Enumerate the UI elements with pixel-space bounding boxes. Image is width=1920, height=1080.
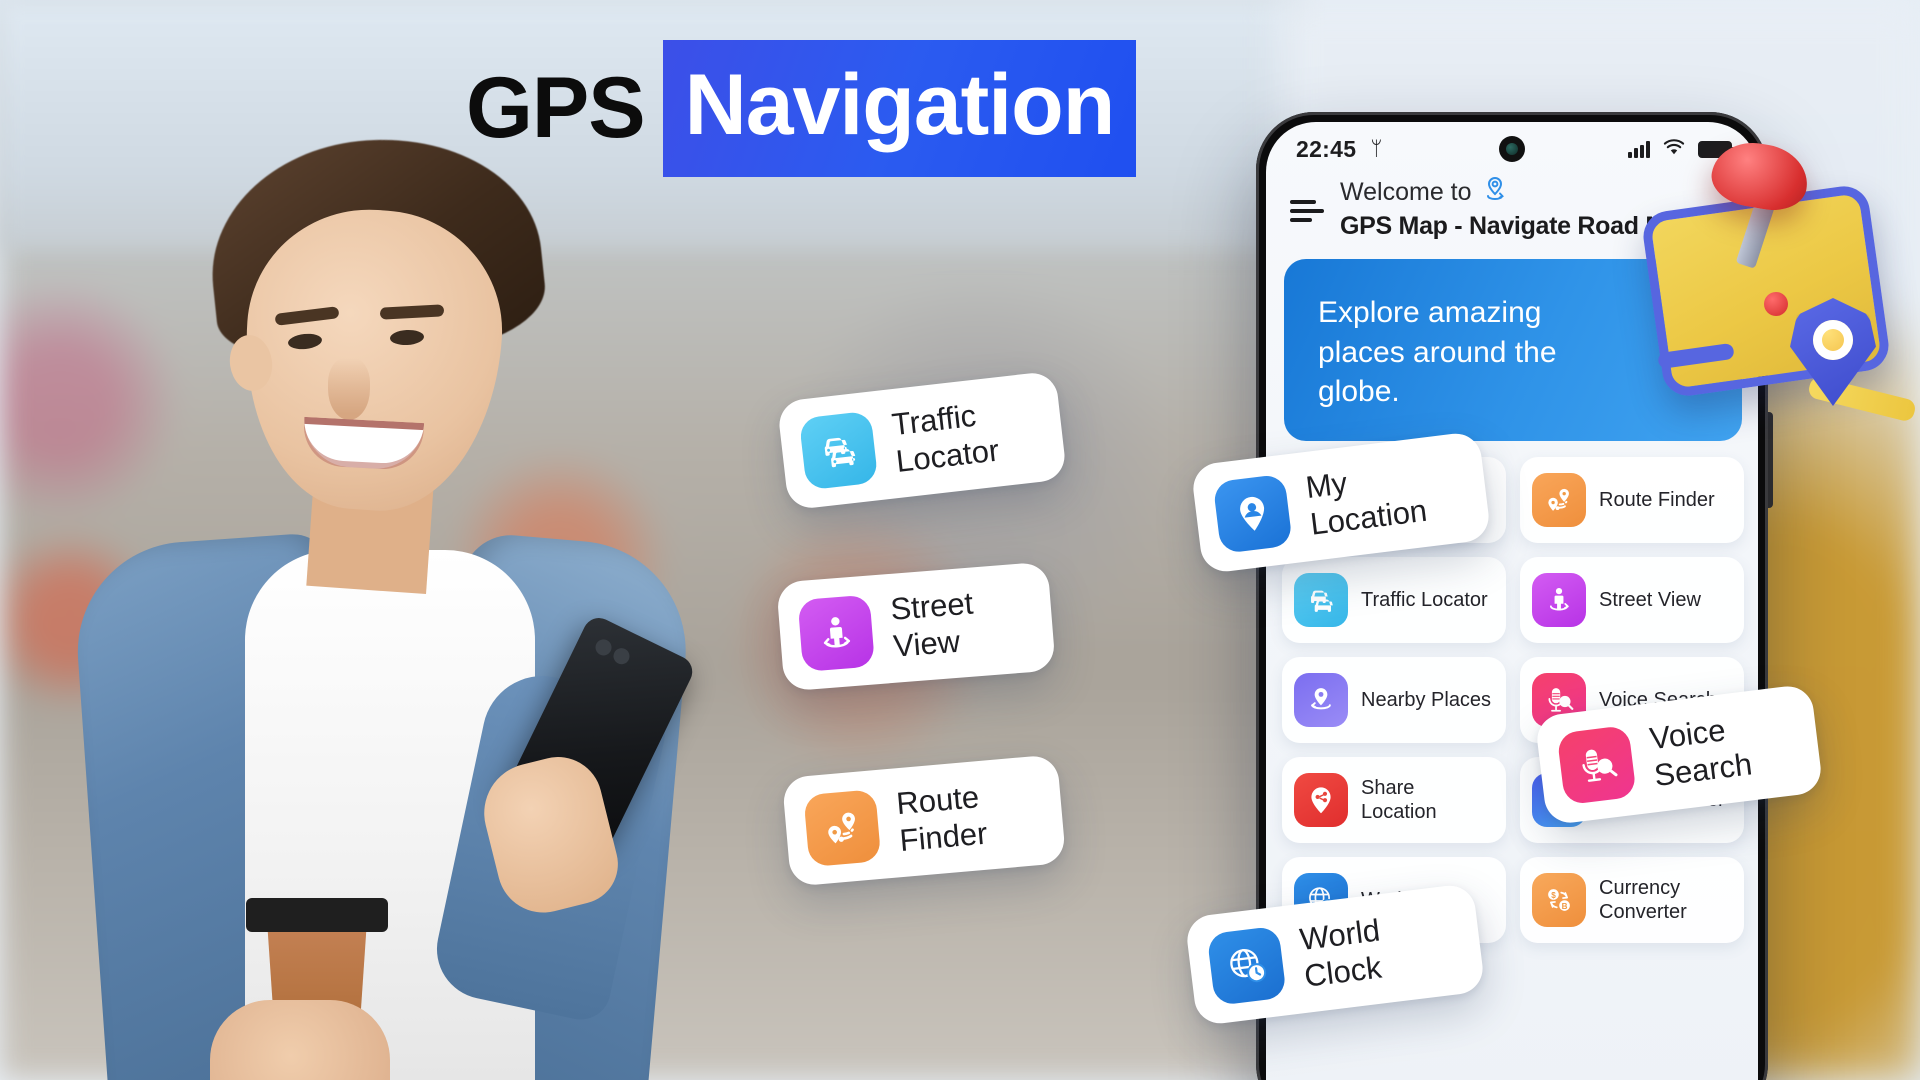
cars-traffic-icon (799, 410, 879, 490)
feature-tile-label: Street View (1599, 588, 1701, 612)
cars-traffic-icon (1294, 573, 1348, 627)
street-person-icon (1532, 573, 1586, 627)
microphone-search-icon (1556, 725, 1636, 805)
feature-tile-label: Nearby Places (1361, 688, 1491, 712)
floating-card-label: Traffic Locator (890, 396, 1001, 480)
feature-tile[interactable]: Street View (1520, 557, 1744, 643)
nearby-pin-icon (1294, 673, 1348, 727)
feature-tile[interactable]: $BCurrency Converter (1520, 857, 1744, 943)
person-photo (60, 120, 700, 1080)
feature-tile-label: Route Finder (1599, 488, 1715, 512)
location-rotate-icon (1480, 174, 1510, 212)
feature-tile-label: Share Location (1361, 776, 1494, 825)
svg-text:B: B (1562, 902, 1568, 911)
hamburger-menu-icon[interactable] (1290, 194, 1324, 222)
floating-card-label: Street View (889, 586, 977, 665)
page-title: GPS Navigation (466, 40, 1136, 177)
feature-tile[interactable]: Traffic Locator (1282, 557, 1506, 643)
svg-text:$: $ (1551, 891, 1556, 900)
front-camera-punchhole (1499, 136, 1525, 162)
bluetooth-icon: ᛘ (1370, 138, 1382, 161)
floating-card-label: World Clock (1298, 912, 1387, 994)
promo-banner-screenshot: GPS Navigation 22:45 ᛘ (0, 0, 1920, 1080)
feature-tile[interactable]: Share Location (1282, 757, 1506, 843)
floating-card-label: Voice Search (1648, 710, 1754, 795)
feature-tile-label: Currency Converter (1599, 876, 1732, 925)
title-highlight: Navigation (663, 40, 1137, 177)
welcome-label: Welcome to (1340, 178, 1472, 208)
status-time: 22:45 (1296, 136, 1356, 163)
floating-card-label: My Location (1304, 456, 1429, 543)
person-pin-icon (1213, 473, 1293, 553)
floating-card-label: Route Finder (895, 779, 989, 860)
globe-clock-icon (1207, 925, 1287, 1005)
feature-tile-label: Traffic Locator (1361, 588, 1488, 612)
currency-exchange-icon: $B (1532, 873, 1586, 927)
3d-map-pushpin-illustration (1612, 150, 1912, 450)
floating-card-street-view[interactable]: Street View (776, 561, 1056, 691)
route-pins-icon (1532, 473, 1586, 527)
street-person-icon (798, 594, 875, 671)
title-plain: GPS (466, 59, 663, 158)
route-pins-icon (803, 789, 881, 867)
banner-text: Explore amazing places around the globe. (1318, 293, 1598, 412)
feature-tile[interactable]: Nearby Places (1282, 657, 1506, 743)
feature-tile[interactable]: Route Finder (1520, 457, 1744, 543)
share-pin-icon (1294, 773, 1348, 827)
